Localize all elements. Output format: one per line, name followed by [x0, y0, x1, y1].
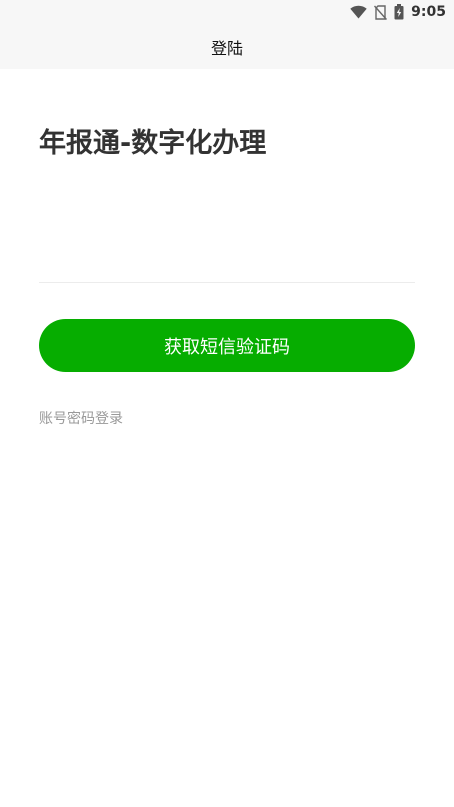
nav-bar: 登陆 — [0, 24, 454, 69]
status-bar: 9:05 — [0, 0, 454, 24]
wifi-icon — [350, 5, 367, 19]
nav-title: 登陆 — [210, 38, 243, 58]
page-title: 年报通-数字化办理 — [39, 128, 267, 159]
status-time: 9:05 — [411, 4, 446, 20]
no-sim-icon — [374, 4, 388, 20]
get-sms-code-button[interactable]: 获取短信验证码 — [39, 319, 415, 372]
password-login-link[interactable]: 账号密码登录 — [39, 409, 123, 429]
divider — [39, 282, 415, 283]
battery-charging-icon — [394, 4, 404, 20]
status-icons: 9:05 — [350, 3, 446, 21]
